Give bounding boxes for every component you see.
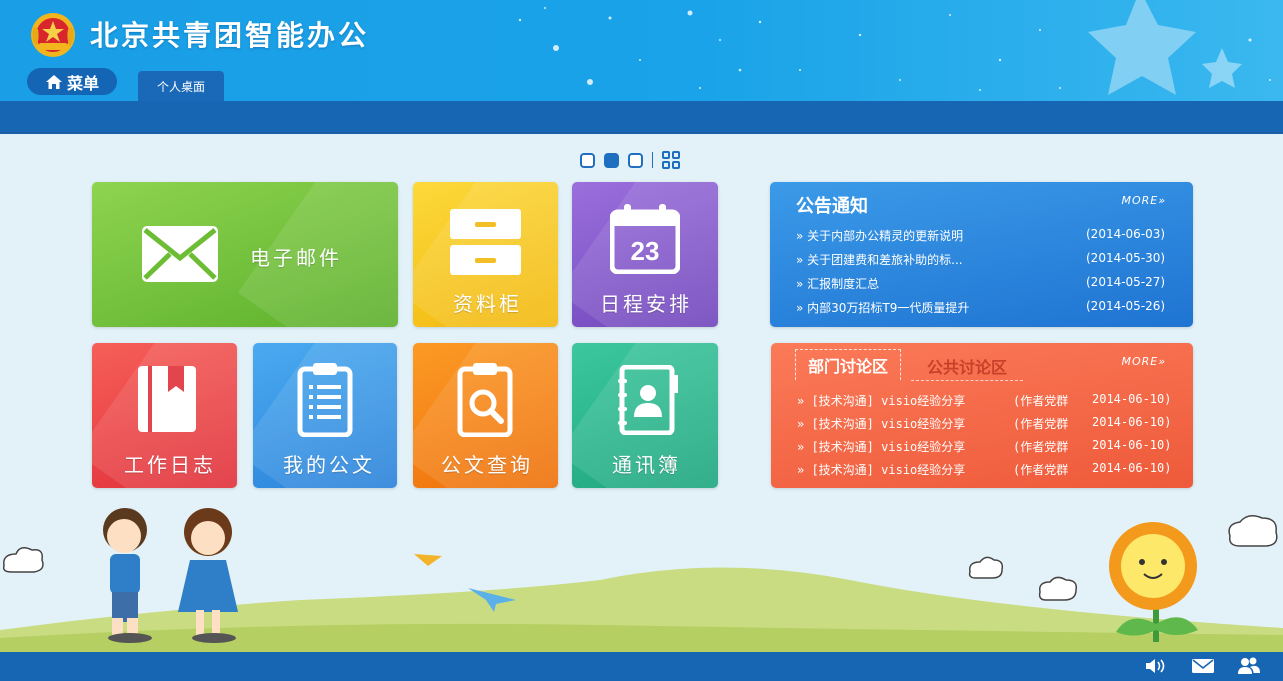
discussion-tag: [技术沟通]: [811, 394, 874, 408]
discussion-title: visio经验分享: [881, 417, 966, 431]
discussion-title: visio经验分享: [881, 463, 966, 477]
discussion-date: 2014-06-10): [1092, 415, 1172, 429]
notice-item[interactable]: » 汇报制度汇总 (2014-05-27): [796, 275, 1165, 292]
discussion-item[interactable]: » [技术沟通] visio经验分享 (作者党群 2014-06-10): [797, 415, 1171, 432]
discussion-author: (作者党群: [1013, 440, 1069, 454]
discussion-tag: [技术沟通]: [811, 417, 874, 431]
clipboard-icon: [297, 363, 353, 437]
discussion-panel: 部门讨论区 公共讨论区 MORE» » [技术沟通] visio经验分享 (作者党…: [771, 343, 1193, 488]
notice-item[interactable]: » 关于内部办公精灵的更新说明 (2014-06-03): [796, 227, 1165, 244]
notice-item-text: 关于团建费和差旅补助的标...: [807, 253, 963, 267]
envelope-icon: [142, 226, 218, 282]
landscape-illustration: [0, 508, 1283, 652]
discussion-tag: [技术沟通]: [811, 440, 874, 454]
tile-email-label: 电子邮件: [250, 246, 342, 270]
page-indicator: [580, 150, 680, 170]
tile-cabinet-label: 资料柜: [453, 292, 522, 316]
tile-schedule[interactable]: 23 日程安排: [572, 182, 718, 327]
notice-item-date: (2014-06-03): [1086, 227, 1166, 241]
menu-label: 菜单: [66, 73, 99, 93]
discussion-date: 2014-06-10): [1092, 461, 1172, 475]
discussion-more-link[interactable]: MORE»: [1121, 355, 1166, 368]
discussion-author: (作者党群: [1013, 463, 1069, 477]
youth-league-emblem-icon: [31, 13, 75, 57]
pager-separator: [652, 152, 653, 168]
notice-item-date: (2014-05-30): [1086, 251, 1166, 265]
home-icon: [45, 74, 62, 89]
contacts-book-icon: [618, 365, 678, 435]
tab-personal-desktop[interactable]: 个人桌面: [138, 71, 224, 101]
users-icon[interactable]: [1237, 656, 1261, 676]
discussion-item[interactable]: » [技术沟通] visio经验分享 (作者党群 2014-06-10): [797, 461, 1171, 478]
discussion-item[interactable]: » [技术沟通] visio经验分享 (作者党群 2014-06-10): [797, 392, 1171, 409]
tile-document-search[interactable]: 公文查询: [413, 343, 558, 488]
tile-address-book-label: 通讯簿: [612, 453, 681, 477]
notice-item-text: 内部30万招标T9一代质量提升: [807, 301, 970, 315]
navigation-bar: [0, 101, 1283, 134]
notice-item-date: (2014-05-26): [1086, 299, 1166, 313]
cabinet-icon: [450, 209, 521, 275]
calendar-icon: 23: [610, 204, 680, 274]
page-dot-3[interactable]: [628, 152, 643, 168]
discussion-date: 2014-06-10): [1092, 438, 1172, 452]
tile-work-log[interactable]: 工作日志: [92, 343, 237, 488]
app-header: 北京共青团智能办公 菜单 个人桌面: [0, 0, 1283, 101]
notice-item-text: 汇报制度汇总: [807, 277, 880, 291]
mail-icon[interactable]: [1191, 656, 1215, 676]
app-title: 北京共青团智能办公: [90, 19, 370, 52]
calendar-day-text: 23: [631, 236, 660, 266]
notice-item-date: (2014-05-27): [1086, 275, 1166, 289]
menu-button[interactable]: 菜单: [27, 68, 117, 95]
tile-work-log-label: 工作日志: [124, 453, 216, 477]
discussion-author: (作者党群: [1013, 394, 1069, 408]
notice-item[interactable]: » 内部30万招标T9一代质量提升 (2014-05-26): [796, 299, 1165, 316]
tile-cabinet[interactable]: 资料柜: [413, 182, 558, 327]
document-search-icon: [457, 363, 513, 437]
discussion-author: (作者党群: [1013, 417, 1069, 431]
page-dot-2[interactable]: [604, 152, 619, 168]
notices-panel: 公告通知 MORE» » 关于内部办公精灵的更新说明 (2014-06-03) »…: [770, 182, 1193, 327]
tile-document-search-label: 公文查询: [441, 453, 533, 477]
tab-public-discussion[interactable]: 公共讨论区: [911, 352, 1024, 381]
notices-more-link[interactable]: MORE»: [1121, 194, 1166, 207]
tile-my-documents[interactable]: 我的公文: [253, 343, 397, 488]
discussion-tag: [技术沟通]: [811, 463, 874, 477]
discussion-item[interactable]: » [技术沟通] visio经验分享 (作者党群 2014-06-10): [797, 438, 1171, 455]
footer-bar: [0, 652, 1283, 681]
tile-email[interactable]: 电子邮件: [92, 182, 398, 327]
speaker-icon[interactable]: [1144, 656, 1168, 676]
tab-department-discussion[interactable]: 部门讨论区: [795, 349, 902, 380]
discussion-title: visio经验分享: [881, 394, 966, 408]
notice-item[interactable]: » 关于团建费和差旅补助的标... (2014-05-30): [796, 251, 1165, 268]
discussion-date: 2014-06-10): [1092, 392, 1172, 406]
tile-address-book[interactable]: 通讯簿: [572, 343, 718, 488]
tile-schedule-label: 日程安排: [600, 292, 692, 316]
grid-view-icon[interactable]: [662, 151, 680, 169]
discussion-title: visio经验分享: [881, 440, 966, 454]
page-dot-1[interactable]: [580, 152, 595, 168]
notices-title: 公告通知: [796, 196, 868, 217]
notice-item-text: 关于内部办公精灵的更新说明: [807, 229, 964, 243]
journal-icon: [138, 366, 196, 432]
tile-my-documents-label: 我的公文: [283, 453, 375, 477]
